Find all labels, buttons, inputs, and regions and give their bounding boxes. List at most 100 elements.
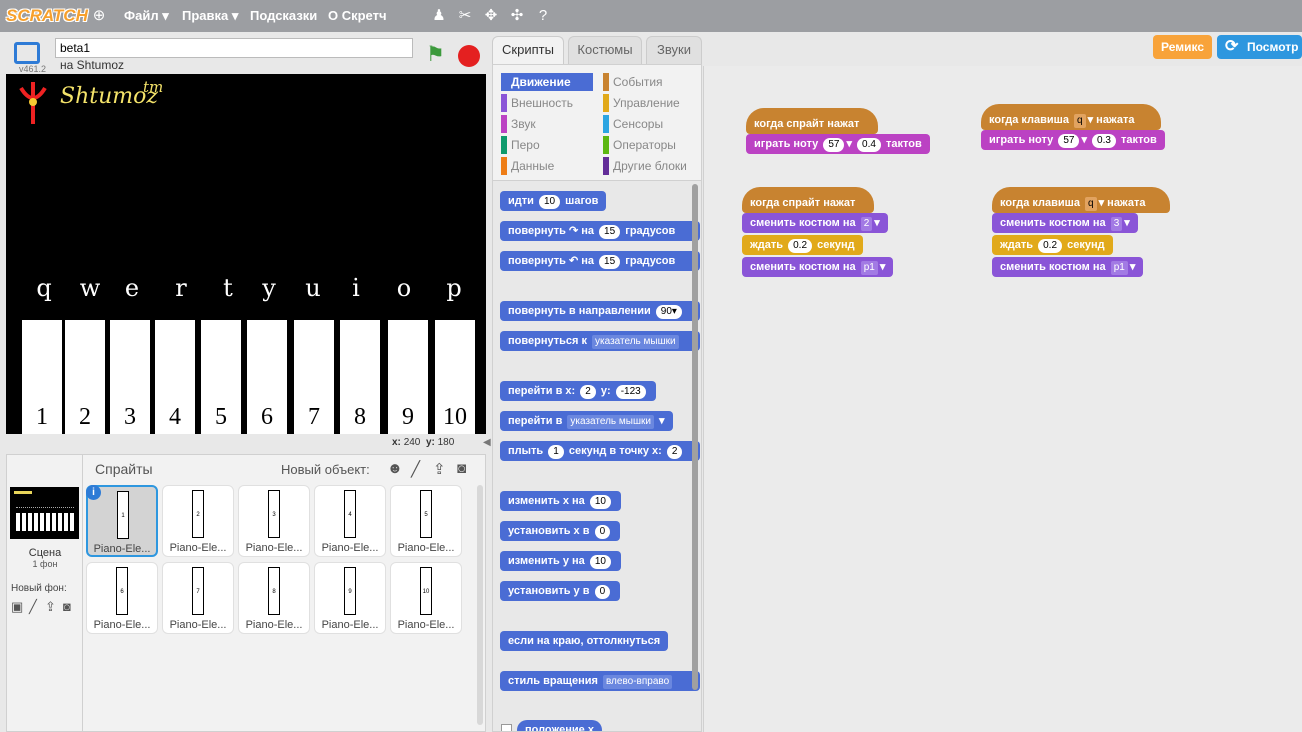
see-project-page-button[interactable]: ⟳ Посмотр (1217, 35, 1302, 59)
grow-icon[interactable]: ✥ (482, 7, 500, 25)
block-when-sprite-clicked[interactable]: когда спрайт нажат (746, 108, 878, 134)
info-icon[interactable]: i (86, 485, 101, 500)
piano-key-sprite[interactable]: 8 (340, 320, 380, 434)
piano-key-sprite[interactable]: 3 (110, 320, 150, 434)
menu-file[interactable]: Файл ▾ (124, 0, 169, 32)
category-looks[interactable]: Внешность (501, 94, 573, 112)
block-x-position[interactable]: положение x (517, 720, 602, 731)
sprite-library-icon[interactable]: ☻ (387, 460, 403, 477)
help-icon[interactable]: ? (534, 7, 552, 25)
tab-scripts[interactable]: Скрипты (492, 36, 564, 66)
sprite-thumb[interactable]: 3 Piano-Ele... (238, 485, 310, 557)
category-sensing[interactable]: Сенсоры (603, 115, 663, 133)
category-control[interactable]: Управление (603, 94, 680, 112)
sprite-thumb[interactable]: 10 Piano-Ele... (390, 562, 462, 634)
backdrop-image-icon[interactable]: ▣ (11, 599, 23, 615)
block-switch-costume[interactable]: сменить костюм на p1 ▾ (742, 257, 894, 277)
piano-key-sprite[interactable]: 7 (294, 320, 334, 434)
sprite-paint-icon[interactable]: ╱ (411, 460, 420, 478)
block-turn-right[interactable]: повернуть ↷ на 15 градусов (500, 221, 700, 241)
block-change-y[interactable]: изменить y на 10 (500, 551, 621, 571)
category-data[interactable]: Данные (501, 157, 554, 175)
tab-costumes[interactable]: Костюмы (568, 36, 642, 66)
palette-scrollbar[interactable] (692, 184, 698, 690)
remix-button[interactable]: Ремикс (1153, 35, 1212, 59)
block-when-sprite-clicked[interactable]: когда спрайт нажат (742, 187, 874, 213)
category-events[interactable]: События (603, 73, 663, 91)
menu-about[interactable]: О Скретч (328, 0, 387, 32)
tab-sounds[interactable]: Звуки (646, 36, 702, 66)
block-switch-costume[interactable]: сменить костюм на 2 ▾ (742, 213, 888, 233)
menu-edit[interactable]: Правка ▾ (182, 0, 238, 32)
block-point-direction[interactable]: повернуть в направлении 90▾ (500, 301, 700, 321)
block-goto[interactable]: перейти в указатель мышки ▾ (500, 411, 673, 431)
sprite-pane-scrollbar[interactable] (477, 485, 483, 725)
green-flag-icon[interactable]: ⚑ (426, 44, 448, 66)
block-when-key-pressed[interactable]: когда клавиша q ▾ нажата (981, 104, 1161, 130)
sprite-thumb[interactable]: 5 Piano-Ele... (390, 485, 462, 557)
sprite-thumb[interactable]: 7 Piano-Ele... (162, 562, 234, 634)
fullscreen-icon[interactable] (14, 42, 40, 64)
stage-letter-r: r (175, 274, 187, 302)
piano-key-sprite[interactable]: 9 (388, 320, 428, 434)
sprite-costume-preview: 1 (117, 491, 129, 539)
sprite-thumb[interactable]: 9 Piano-Ele... (314, 562, 386, 634)
script-area[interactable]: когда спрайт нажат играть ноту 57 ▾ 0.4 т… (703, 66, 1302, 732)
block-play-note[interactable]: играть ноту 57 ▾ 0.4 тактов (746, 134, 930, 154)
delete-icon[interactable]: ✂ (456, 7, 474, 25)
backdrop-camera-icon[interactable]: ◙ (63, 599, 71, 614)
block-goto-xy[interactable]: перейти в x: 2 y: -123 (500, 381, 656, 401)
block-set-y[interactable]: установить y в 0 (500, 581, 621, 601)
block-turn-left[interactable]: повернуть ↶ на 15 градусов (500, 251, 700, 271)
piano-key-sprite[interactable]: 1 (22, 320, 62, 434)
sprite-costume-preview: 2 (192, 490, 204, 538)
sprite-camera-icon[interactable]: ◙ (457, 460, 466, 477)
piano-key-sprite[interactable]: 4 (155, 320, 195, 434)
block-wait[interactable]: ждать 0.2 секунд (742, 235, 863, 255)
block-play-note[interactable]: играть ноту 57 ▾ 0.3 тактов (981, 130, 1165, 150)
sprite-thumb[interactable]: 8 Piano-Ele... (238, 562, 310, 634)
piano-key-sprite[interactable]: 5 (201, 320, 241, 434)
sprites-header: Спрайты (95, 461, 153, 477)
block-set-x[interactable]: установить x в 0 (500, 521, 621, 541)
xpos-checkbox[interactable] (501, 724, 512, 731)
block-switch-costume[interactable]: сменить костюм на p1 ▾ (992, 257, 1144, 277)
sprite-thumb[interactable]: 6 Piano-Ele... (86, 562, 158, 634)
scene-thumb[interactable] (10, 487, 79, 539)
new-backdrop-label: Новый фон: (11, 583, 67, 594)
backdrop-upload-icon[interactable]: ⇪ (45, 599, 56, 615)
sprite-thumb[interactable]: 1 Piano-Ele... i (86, 485, 158, 557)
block-rotation-style[interactable]: стиль вращения влево-вправо (500, 671, 700, 691)
category-operators[interactable]: Операторы (603, 136, 676, 154)
block-when-key-pressed[interactable]: когда клавиша q ▾ нажата (992, 187, 1170, 213)
sprite-upload-icon[interactable]: ⇪ (433, 460, 446, 478)
category-more-blocks[interactable]: Другие блоки (603, 157, 687, 175)
collapse-stage-icon[interactable]: ◀ (483, 437, 491, 448)
piano-key-sprite[interactable]: 6 (247, 320, 287, 434)
sprite-thumb[interactable]: 4 Piano-Ele... (314, 485, 386, 557)
stage-canvas[interactable]: Shtumoz tm qwertyuiop 1 2 3 4 5 6 7 8 9 10 (6, 74, 486, 434)
block-switch-costume[interactable]: сменить костюм на 3 ▾ (992, 213, 1138, 233)
category-motion[interactable]: Движение (501, 73, 593, 91)
category-sound[interactable]: Звук (501, 115, 536, 133)
piano-key-label: 7 (308, 404, 320, 430)
scratch-logo[interactable]: SCRATCH (6, 4, 88, 28)
block-change-x[interactable]: изменить x на 10 (500, 491, 621, 511)
sprite-thumb[interactable]: 2 Piano-Ele... (162, 485, 234, 557)
block-point-towards[interactable]: повернуться к указатель мышки (500, 331, 700, 351)
menu-tips[interactable]: Подсказки (250, 0, 317, 32)
piano-key-sprite[interactable]: 2 (65, 320, 105, 434)
globe-icon[interactable]: ⊕ (90, 7, 108, 25)
stop-icon[interactable] (458, 45, 480, 67)
block-bounce[interactable]: если на краю, оттолкнуться (500, 631, 669, 651)
duplicate-icon[interactable]: ♟ (430, 7, 448, 25)
backdrop-paint-icon[interactable]: ╱ (29, 599, 37, 615)
piano-key-sprite[interactable]: 10 (435, 320, 475, 434)
project-title-input[interactable]: beta1 (55, 38, 413, 58)
block-wait[interactable]: ждать 0.2 секунд (992, 235, 1113, 255)
shrink-icon[interactable]: ✣ (508, 7, 526, 25)
category-pen[interactable]: Перо (501, 136, 540, 154)
stage-letter-p: p (446, 274, 462, 302)
block-move-steps[interactable]: идти 10 шагов (500, 191, 607, 211)
block-glide[interactable]: плыть 1 секунд в точку x: 2 (500, 441, 700, 461)
